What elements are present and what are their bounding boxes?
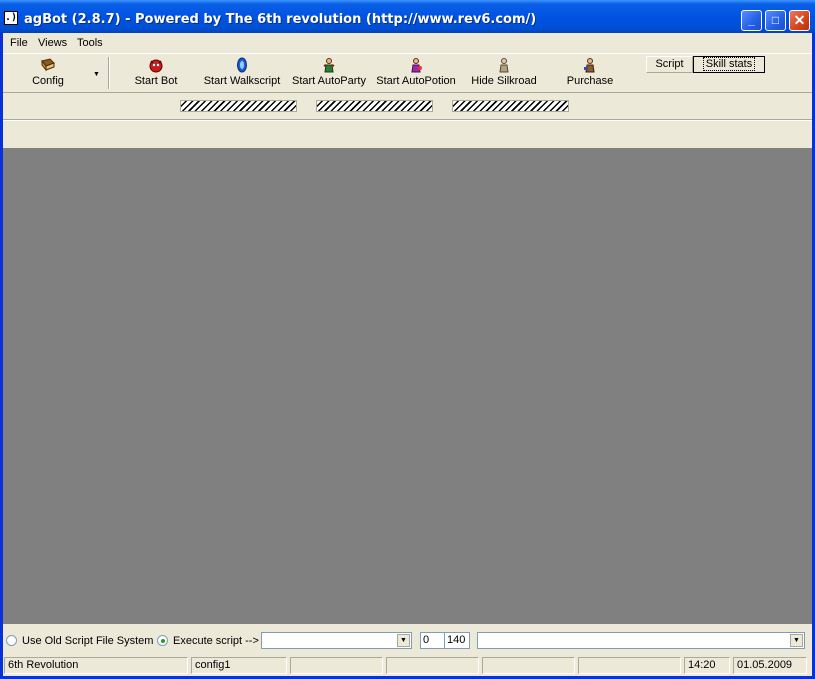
red-monster-icon [148,57,164,73]
menu-tools[interactable]: Tools [77,37,103,49]
status-time: 14:20 [684,657,730,674]
status-bar: 6th Revolution config1 14:20 01.05.2009 [3,656,812,676]
skill-stats-button[interactable]: Skill stats [693,56,765,73]
status-panel-name: 6th Revolution [4,657,188,674]
start-walkscript-button[interactable]: Start Walkscript [202,57,282,87]
config-button[interactable]: Config [30,57,66,87]
app-window: .) agBot (2.8.7) - Powered by The 6th re… [0,0,815,679]
potion-character-icon [408,57,424,73]
progress-bar-1 [180,100,297,112]
progress-bar-3 [452,100,569,112]
status-panel-empty-3 [482,657,575,674]
number-field-1[interactable]: 0 [420,632,445,649]
minimize-button[interactable]: _ [741,10,762,31]
script-select[interactable]: ▼ [261,632,412,649]
progress-bar-2 [316,100,433,112]
purchase-label: Purchase [566,75,614,87]
command-select[interactable]: ▼ [477,632,805,649]
config-label: Config [32,75,64,87]
start-autoparty-label: Start AutoParty [292,75,366,87]
merchant-icon [582,57,598,73]
hide-silkroad-button[interactable]: Hide Silkroad [471,57,537,87]
config-dropdown-arrow-icon[interactable]: ▼ [93,71,100,78]
hidden-character-icon [496,57,512,73]
menu-views[interactable]: Views [38,37,67,49]
start-autoparty-button[interactable]: Start AutoParty [290,57,368,87]
start-bot-button[interactable]: Start Bot [131,57,181,87]
chevron-down-icon[interactable]: ▼ [397,634,410,647]
status-panel-empty-1 [290,657,383,674]
radio-on-icon [157,635,168,646]
status-panel-empty-4 [578,657,681,674]
status-date: 01.05.2009 [733,657,807,674]
window-title: agBot (2.8.7) - Powered by The 6th revol… [24,12,537,27]
skill-stats-label: Skill stats [702,57,756,71]
band-divider-highlight [3,120,812,121]
hide-silkroad-label: Hide Silkroad [471,75,537,87]
close-button[interactable]: ✕ [789,10,810,31]
execute-script-radio[interactable]: Execute script --> [157,635,259,647]
menu-bar: File Views Tools [3,33,812,53]
blue-portal-icon [234,57,250,73]
script-button[interactable]: Script [646,56,693,73]
execute-script-label: Execute script --> [173,635,259,647]
use-old-script-label: Use Old Script File System [22,635,154,647]
book-icon [40,57,56,73]
number-field-2[interactable]: 140 [444,632,470,649]
status-panel-config: config1 [191,657,287,674]
radio-off-icon [6,635,17,646]
status-panel-empty-2 [386,657,479,674]
start-walkscript-label: Start Walkscript [203,75,281,87]
party-character-icon [321,57,337,73]
chevron-down-icon[interactable]: ▼ [790,634,803,647]
purchase-button[interactable]: Purchase [566,57,614,87]
use-old-script-radio[interactable]: Use Old Script File System [6,635,153,647]
main-client-area[interactable] [3,148,812,624]
menu-file[interactable]: File [10,37,28,49]
title-bar[interactable]: .) agBot (2.8.7) - Powered by The 6th re… [0,0,815,33]
toolbar-separator [108,57,110,89]
start-bot-label: Start Bot [134,75,178,87]
maximize-button[interactable]: □ [765,10,786,31]
start-autopotion-button[interactable]: Start AutoPotion [375,57,457,87]
start-autopotion-label: Start AutoPotion [376,75,456,87]
app-icon: .) [4,11,18,25]
